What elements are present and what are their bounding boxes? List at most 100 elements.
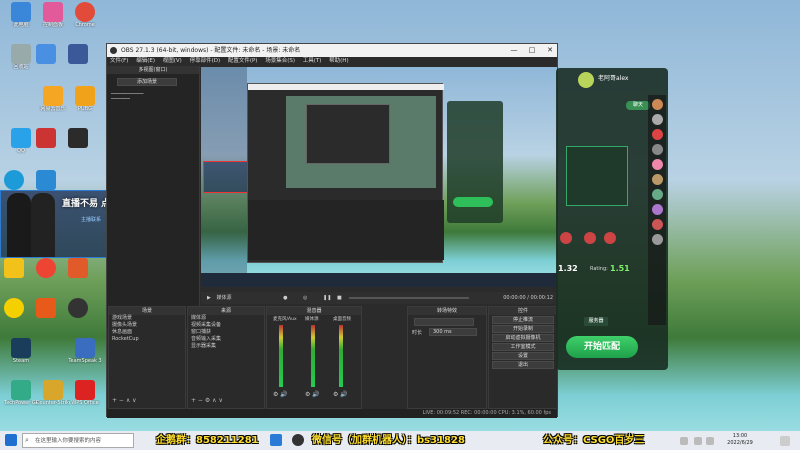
settings-button[interactable]: 设置 <box>492 352 554 360</box>
volume-icon[interactable]: ⚙ 🔊 <box>273 391 288 398</box>
player-avatar[interactable] <box>584 232 596 244</box>
app-icon[interactable] <box>36 298 56 318</box>
source-item[interactable]: 音频输入采集 <box>188 336 264 343</box>
exit-button[interactable]: 退出 <box>492 361 554 369</box>
friend-avatar[interactable] <box>651 159 663 170</box>
source-dock-actions[interactable]: + − ⚙ ∧ ∨ <box>191 397 223 404</box>
stop-icon[interactable]: ■ <box>337 295 342 301</box>
mixer-header: 混音器 <box>267 307 361 315</box>
desktop-icon-recycle-bin[interactable]: 回收站 <box>4 44 38 82</box>
desktop-icon-teamspeak[interactable]: TeamSpeak 3 <box>68 338 102 376</box>
app-icon[interactable] <box>270 434 282 446</box>
friend-avatar[interactable] <box>651 189 663 200</box>
desktop-icon-music[interactable]: 网易云音乐 <box>36 86 70 124</box>
network-tray-icon[interactable] <box>706 437 714 445</box>
friend-avatar[interactable] <box>651 99 663 110</box>
app-icon[interactable] <box>68 298 88 318</box>
scene-item[interactable]: RocketCup <box>109 336 185 343</box>
filter-icon[interactable]: ◎ <box>303 295 307 301</box>
desktop-icon-pubg[interactable]: PUBG <box>68 86 102 124</box>
app-icon[interactable] <box>4 258 24 278</box>
mixer-dock: 混音器 麦克风/Aux 媒体源 桌面音频 ⚙ 🔊 ⚙ 🔊 ⚙ 🔊 <box>266 306 362 409</box>
stop-streaming-button[interactable]: 停止推流 <box>492 316 554 324</box>
edge-icon[interactable] <box>4 170 24 190</box>
friend-avatar[interactable] <box>651 219 663 230</box>
volume-tray-icon[interactable] <box>694 437 702 445</box>
notification-icon[interactable] <box>780 436 790 446</box>
app-icon[interactable] <box>36 258 56 278</box>
search-icon: ⌕ <box>25 436 29 444</box>
desktop-icon-gpuz[interactable]: TechPower GPU-Z <box>4 380 38 418</box>
scene-dock-actions[interactable]: + − ∧ ∨ <box>112 397 137 404</box>
server-select[interactable]: 服务器 <box>584 317 608 326</box>
chat-tab[interactable]: 聊天 <box>626 101 650 110</box>
desktop-icon-steam[interactable]: Steam <box>4 338 38 376</box>
source-item[interactable]: 媒体源 <box>188 315 264 322</box>
app-icon[interactable] <box>4 298 24 318</box>
source-item[interactable]: 显示器采集 <box>188 343 264 350</box>
volume-icon[interactable]: ⚙ 🔊 <box>333 391 348 398</box>
app-icon[interactable] <box>36 128 56 148</box>
avatar[interactable] <box>578 72 594 88</box>
menu-profile[interactable]: 配置文件(P) <box>228 58 258 64</box>
start-recording-button[interactable]: 开始录制 <box>492 325 554 333</box>
friend-avatar[interactable] <box>651 144 663 155</box>
studio-mode-button[interactable]: 工作室模式 <box>492 343 554 351</box>
desktop-icon-chrome[interactable]: Chrome <box>68 2 102 40</box>
start-icon[interactable] <box>5 434 17 446</box>
scene-item[interactable]: 摄像头场景 <box>109 322 185 329</box>
menu-file[interactable]: 文件(F) <box>110 58 128 64</box>
taskbar-clock[interactable]: 13:00 2022/6/29 <box>718 433 762 447</box>
app-icon[interactable] <box>36 44 56 64</box>
media-source-label: 媒体源 <box>216 295 232 301</box>
desktop-icon-this-pc[interactable]: 此电脑 <box>4 2 38 40</box>
desktop-icon-wps[interactable]: WPS Office <box>68 380 102 418</box>
duration-input[interactable]: 300 ms <box>429 328 477 336</box>
friend-avatar[interactable] <box>651 174 663 185</box>
app-icon[interactable] <box>68 128 88 148</box>
menu-view[interactable]: 视图(V) <box>163 58 182 64</box>
source-item[interactable]: 窗口捕获 <box>188 329 264 336</box>
obs-window[interactable]: OBS 27.1.3 (64-bit, windows) - 配置文件: 未命名… <box>106 43 559 418</box>
tray-icon[interactable] <box>680 437 688 445</box>
source-item[interactable]: 视频采集设备 <box>188 322 264 329</box>
obs-taskbar-icon[interactable] <box>292 434 304 446</box>
app-icon[interactable] <box>68 258 88 278</box>
obs-titlebar[interactable]: OBS 27.1.3 (64-bit, windows) - 配置文件: 未命名… <box>107 44 557 57</box>
friend-avatar[interactable] <box>651 234 663 245</box>
app-icon[interactable] <box>68 44 88 64</box>
friend-avatar[interactable] <box>651 129 663 140</box>
start-match-button[interactable]: 开始匹配 <box>566 336 638 358</box>
obs-preview[interactable] <box>201 67 557 287</box>
controls-header: 控件 <box>489 307 557 315</box>
pause-icon[interactable]: ❚❚ <box>323 295 331 301</box>
media-seekbar[interactable] <box>349 297 469 299</box>
friend-avatar[interactable] <box>651 204 663 215</box>
obs-menubar: 文件(F) 编辑(E) 视图(V) 停靠部件(D) 配置文件(P) 场景集合(S… <box>107 57 557 66</box>
friend-avatar[interactable] <box>651 114 663 125</box>
scene-item[interactable]: 游戏场景 <box>109 315 185 322</box>
minimize-button[interactable]: — <box>505 44 523 57</box>
scene-item[interactable]: 休息画面 <box>109 329 185 336</box>
close-button[interactable]: ✕ <box>541 44 559 57</box>
maximize-button[interactable]: □ <box>523 44 541 57</box>
side-dock-header: 多视图(窗口) <box>107 66 199 74</box>
desktop-icon-control-panel[interactable]: 控制面板 <box>36 2 70 40</box>
menu-tools[interactable]: 工具(T) <box>303 58 322 64</box>
desktop-icon-counter-strike[interactable]: Counter-Strike <box>36 380 70 418</box>
lock-icon[interactable]: ● <box>283 295 287 301</box>
add-scene-button[interactable]: 添加场景 <box>117 78 177 86</box>
app-icon[interactable] <box>36 170 56 190</box>
menu-help[interactable]: 帮助(H) <box>329 58 348 64</box>
menu-docks[interactable]: 停靠部件(D) <box>190 58 221 64</box>
volume-icon[interactable]: ⚙ 🔊 <box>305 391 320 398</box>
taskbar-search-input[interactable]: 在这里输入你要搜索的内容 <box>22 433 134 448</box>
player-avatar[interactable] <box>604 232 616 244</box>
player-avatar[interactable] <box>560 232 572 244</box>
menu-edit[interactable]: 编辑(E) <box>136 58 155 64</box>
play-icon[interactable]: ▶ <box>207 295 211 301</box>
virtual-camera-button[interactable]: 启动虚拟摄像机 <box>492 334 554 342</box>
desktop-icon-qq[interactable]: QQ <box>4 128 38 166</box>
menu-scene-collection[interactable]: 场景集合(S) <box>265 58 295 64</box>
transition-select[interactable] <box>414 318 474 326</box>
